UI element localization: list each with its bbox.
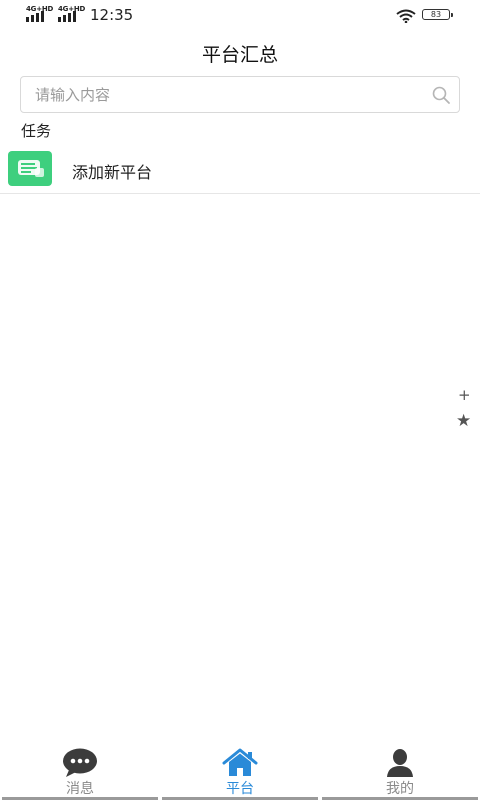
- cellular-signal-icon-2: 4G+HD: [58, 5, 86, 22]
- cellular-signal-icon: 4G+HD: [26, 5, 54, 22]
- floating-star-button[interactable]: ★: [456, 411, 471, 431]
- search-input[interactable]: [35, 77, 425, 112]
- tab-platform-label: 平台: [226, 781, 254, 797]
- tab-platform[interactable]: 平台: [160, 740, 320, 800]
- network-type-label-2: 4G+HD: [58, 5, 86, 13]
- list-item-label: 添加新平台: [72, 163, 153, 182]
- user-icon: [387, 749, 413, 777]
- bottom-tab-bar: 消息 平台 我的: [0, 740, 480, 800]
- tab-profile[interactable]: 我的: [320, 740, 480, 800]
- list-item-add-platform[interactable]: 添加新平台: [0, 146, 480, 194]
- tab-messages[interactable]: 消息: [0, 740, 160, 800]
- battery-icon: 83: [422, 9, 453, 20]
- network-type-label: 4G+HD: [26, 5, 54, 13]
- wifi-icon: [396, 9, 416, 23]
- home-icon: [222, 748, 258, 776]
- chat-bubble-icon: [63, 748, 97, 777]
- floating-plus-button[interactable]: +: [458, 386, 471, 404]
- search-box[interactable]: [20, 76, 460, 113]
- tab-messages-label: 消息: [66, 781, 94, 797]
- status-time: 12:35: [90, 6, 134, 24]
- search-icon[interactable]: [431, 85, 451, 105]
- tab-profile-label: 我的: [386, 781, 414, 797]
- chat-card-icon: [8, 151, 52, 186]
- status-bar: 4G+HD 4G+HD 12:35 83: [0, 0, 480, 30]
- section-title: 任务: [21, 122, 52, 140]
- page-title: 平台汇总: [201, 44, 278, 66]
- battery-level: 83: [430, 10, 442, 19]
